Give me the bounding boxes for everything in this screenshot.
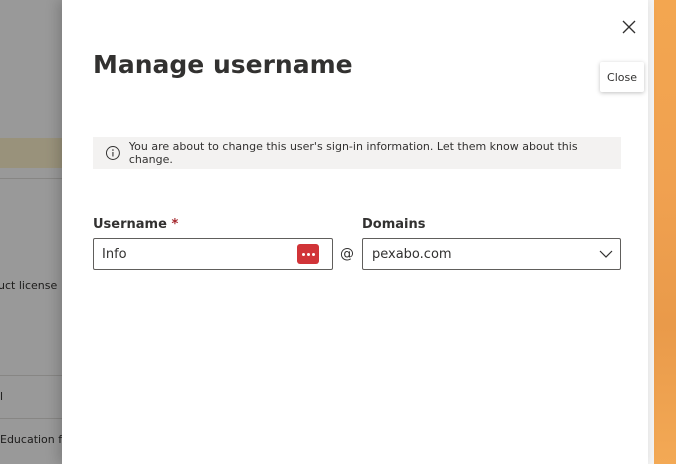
info-message-bar: You are about to change this user's sign… <box>93 137 621 169</box>
username-input[interactable] <box>102 245 292 263</box>
info-icon <box>105 146 120 160</box>
desktop-background <box>654 0 676 464</box>
domains-selected-value: pexabo.com <box>372 247 452 262</box>
manage-username-panel: Close Manage username You are about to c… <box>62 0 648 464</box>
chevron-down-icon <box>599 250 613 258</box>
at-symbol: @ <box>340 246 354 262</box>
panel-title: Manage username <box>93 50 353 79</box>
domains-label: Domains <box>362 217 426 232</box>
username-field[interactable] <box>93 238 333 270</box>
info-message-text: You are about to change this user's sign… <box>128 140 578 166</box>
domains-dropdown[interactable]: pexabo.com <box>362 238 621 270</box>
password-manager-icon[interactable] <box>297 244 319 264</box>
username-label-text: Username <box>93 217 167 232</box>
close-tooltip: Close <box>600 62 644 92</box>
close-button[interactable] <box>618 16 640 38</box>
modal-overlay[interactable] <box>0 0 62 464</box>
close-icon <box>622 20 636 34</box>
required-marker: * <box>171 217 179 232</box>
username-label: Username * <box>93 217 178 232</box>
